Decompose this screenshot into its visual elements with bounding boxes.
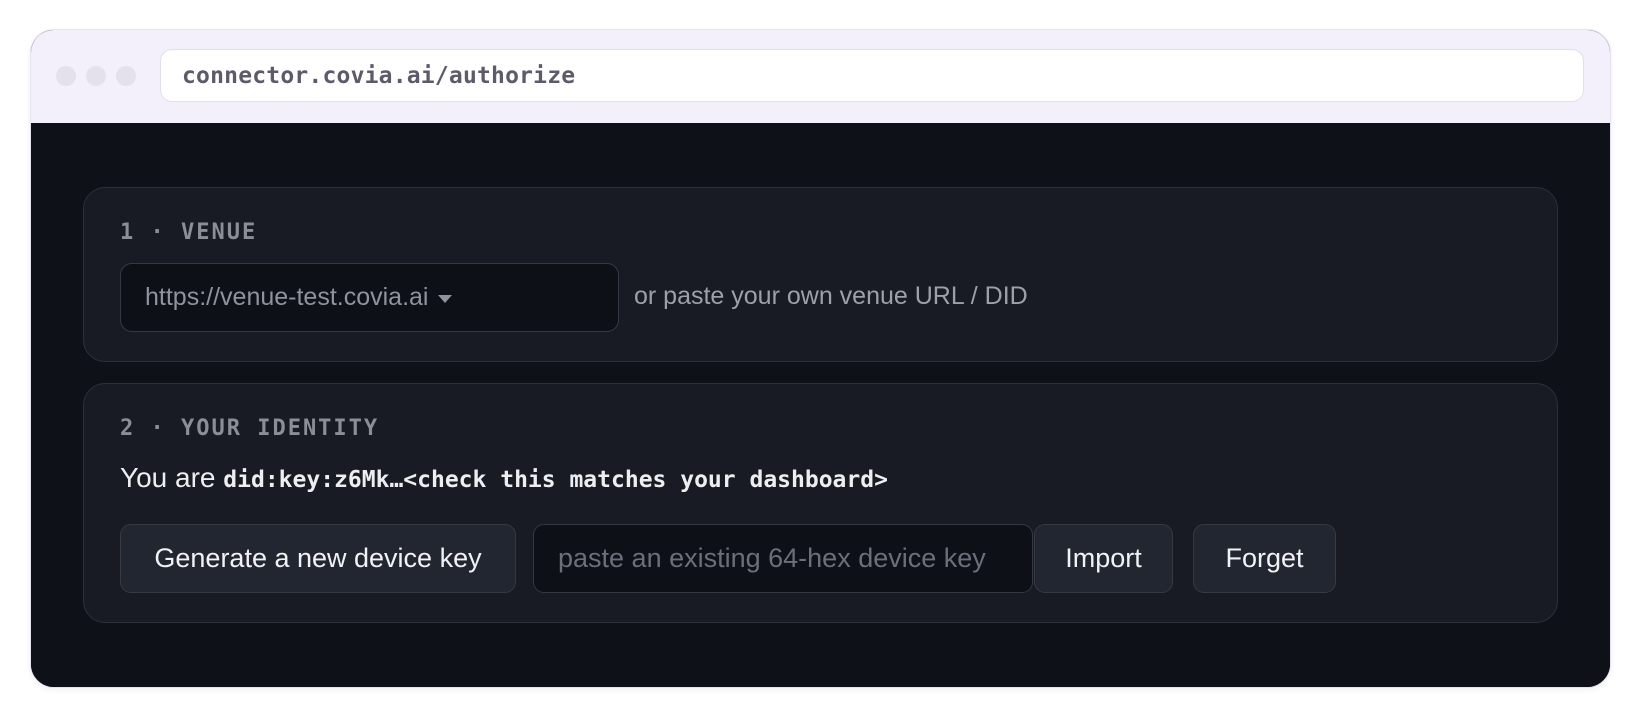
venue-section: 1 · VENUE https://venue-test.covia.ai or… (83, 187, 1558, 362)
identity-prefix: You are (120, 462, 224, 493)
identity-section: 2 · YOUR IDENTITY You are did:key:z6Mk…<… (83, 383, 1558, 623)
venue-section-title: 1 · VENUE (120, 220, 258, 245)
window-close-dot[interactable] (56, 66, 76, 86)
address-bar-url: connector.covia.ai/authorize (182, 62, 576, 89)
identity-did: did:key:z6Mk…<check this matches your da… (223, 467, 888, 493)
window-maximize-dot[interactable] (116, 66, 136, 86)
forget-button[interactable]: Forget (1193, 524, 1336, 593)
address-bar[interactable]: connector.covia.ai/authorize (160, 49, 1584, 102)
venue-select-value: https://venue-test.covia.ai (145, 283, 429, 311)
venue-select[interactable]: https://venue-test.covia.ai (120, 263, 619, 332)
browser-window: connector.covia.ai/authorize 1 · VENUE h… (30, 29, 1611, 688)
browser-titlebar: connector.covia.ai/authorize (31, 30, 1610, 123)
page-content: 1 · VENUE https://venue-test.covia.ai or… (31, 123, 1610, 687)
identity-line: You are did:key:z6Mk…<check this matches… (120, 462, 888, 494)
chevron-down-icon (438, 295, 453, 303)
import-button[interactable]: Import (1034, 524, 1173, 593)
identity-section-title: 2 · YOUR IDENTITY (120, 416, 380, 441)
device-key-input[interactable] (533, 524, 1033, 593)
generate-key-button[interactable]: Generate a new device key (120, 524, 516, 593)
venue-hint: or paste your own venue URL / DID (634, 282, 1028, 310)
window-minimize-dot[interactable] (86, 66, 106, 86)
